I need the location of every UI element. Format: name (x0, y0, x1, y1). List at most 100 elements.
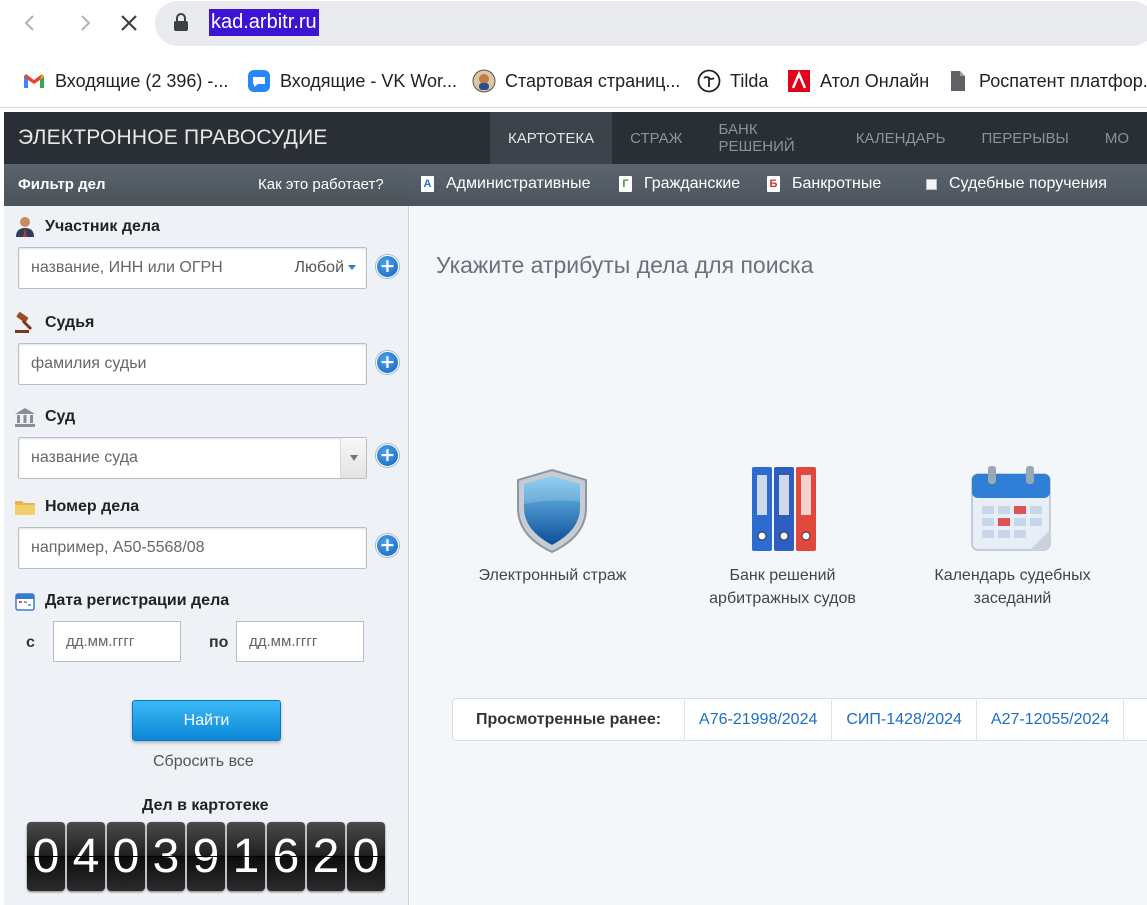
browser-toolbar: kad.arbitr.ru (0, 0, 1147, 50)
add-participant-button[interactable]: + (376, 255, 399, 278)
nav-more[interactable]: МО (1087, 112, 1147, 164)
date-to-input[interactable] (237, 622, 363, 661)
back-icon[interactable] (15, 8, 45, 38)
bankruptcy-doc-icon: Б (767, 176, 780, 192)
nav-kartoteka[interactable]: КАРТОТЕКА (490, 112, 613, 164)
site-header: ЭЛЕКТРОННОЕ ПРАВОСУДИЕ КАРТОТЕКА СТРАЖ Б… (4, 112, 1147, 164)
search-sidebar: Участник дела Любой + Судья + Суд + Номе… (4, 206, 409, 905)
date-from-label: с (26, 634, 35, 651)
participant-label: Участник дела (14, 216, 160, 238)
bookmarks-bar: Входящие (2 396) -... Входящие - VK Wor.… (0, 50, 1147, 108)
courthouse-icon (14, 406, 36, 428)
tile-court-calendar[interactable]: Календарь судебных заседаний (925, 464, 1100, 614)
recent-case-link[interactable]: СИП-1428/2024 (831, 698, 976, 741)
top-navigation: КАРТОТЕКА СТРАЖ БАНК РЕШЕНИЙ КАЛЕНДАРЬ П… (490, 112, 1147, 164)
calendar-icon (971, 466, 1051, 551)
gavel-icon (14, 312, 36, 334)
case-number-input[interactable] (19, 528, 366, 568)
judge-input[interactable] (19, 344, 366, 384)
judge-label: Судья (14, 312, 94, 334)
bookmark-gmail[interactable]: Входящие (2 396) -... (22, 69, 228, 93)
dropdown-arrow-icon[interactable] (340, 438, 366, 478)
lock-icon[interactable] (173, 12, 189, 32)
counter-digit: 0 (347, 822, 385, 891)
tile-guard-label: Электронный страж (478, 567, 627, 584)
tile-electronic-guard[interactable]: Электронный страж (470, 468, 635, 588)
cases-count-title: Дел в картотеке (142, 797, 269, 814)
calendar-small-icon (14, 590, 36, 612)
bookmark-start-page[interactable]: Стартовая страниц... (472, 69, 680, 93)
counter-digit: 1 (227, 822, 265, 891)
case-number-label: Номер дела (14, 496, 139, 518)
tile-decisions-bank[interactable]: Банк решений арбитражных судов (695, 461, 870, 611)
counter-digit: 2 (307, 822, 345, 891)
vk-workmail-icon (247, 69, 271, 93)
recent-case-link[interactable]: А76-21998/2024 (684, 698, 831, 741)
atol-icon (787, 69, 811, 93)
cases-counter: 0 4 0 3 9 1 6 2 0 (27, 822, 385, 891)
how-it-works-link[interactable]: Как это работает? (258, 176, 384, 193)
add-case-number-button[interactable]: + (376, 534, 399, 557)
case-number-field[interactable] (18, 527, 367, 569)
judge-field[interactable] (18, 343, 367, 385)
bookmark-atol[interactable]: Атол Онлайн (787, 69, 929, 93)
bookmark-vk-workmail[interactable]: Входящие - VK Wor... (247, 69, 457, 93)
add-court-button[interactable]: + (376, 444, 399, 467)
date-from-field[interactable] (53, 621, 181, 662)
main-content: Укажите атрибуты дела для поиска Электро… (410, 206, 1147, 905)
date-to-field[interactable] (236, 621, 364, 662)
nav-pereryvy[interactable]: ПЕРЕРЫВЫ (963, 112, 1086, 164)
stop-loading-icon[interactable] (114, 8, 144, 38)
person-icon (14, 216, 36, 238)
counter-digit: 4 (67, 822, 105, 891)
counter-digit: 9 (187, 822, 225, 891)
participant-field[interactable]: Любой (18, 247, 367, 289)
filter-bar: Фильтр дел Как это работает? А Администр… (4, 164, 1147, 206)
court-input[interactable] (19, 438, 366, 478)
participant-role-select[interactable]: Любой (295, 259, 356, 277)
gmail-icon (22, 69, 46, 93)
folder-icon (14, 496, 36, 518)
page-title: Укажите атрибуты дела для поиска (436, 252, 814, 278)
history-divider (1123, 698, 1133, 741)
court-label: Суд (14, 406, 75, 428)
counter-digit: 6 (267, 822, 305, 891)
administrative-doc-icon: А (421, 176, 434, 192)
forward-icon[interactable] (70, 8, 100, 38)
nav-strazh[interactable]: СТРАЖ (612, 112, 700, 164)
tilda-icon (697, 69, 721, 93)
court-select[interactable] (18, 437, 367, 479)
tile-bank-label: Банк решений арбитражных судов (709, 567, 856, 607)
avatar-icon (472, 69, 496, 93)
add-judge-button[interactable]: + (376, 351, 399, 374)
document-icon (946, 69, 970, 93)
filter-bar-left: Фильтр дел Как это работает? (4, 164, 408, 206)
find-button[interactable]: Найти (132, 700, 281, 741)
court-orders-checkbox[interactable]: Судебные поручения (926, 175, 1107, 193)
filter-title: Фильтр дел (18, 176, 106, 193)
site-logo[interactable]: ЭЛЕКТРОННОЕ ПРАВОСУДИЕ (18, 126, 328, 150)
recently-viewed-bar: Просмотренные ранее: А76-21998/2024 СИП-… (452, 698, 1147, 741)
counter-digit: 3 (147, 822, 185, 891)
civil-doc-icon: Г (619, 176, 632, 192)
case-type-administrative[interactable]: А Административные (421, 175, 591, 193)
chevron-down-icon (348, 265, 356, 271)
tile-calendar-label: Календарь судебных заседаний (934, 567, 1091, 607)
bookmark-tilda[interactable]: Tilda (697, 69, 768, 93)
case-type-civil[interactable]: Г Гражданские (619, 175, 740, 193)
date-to-label: по (209, 634, 229, 651)
nav-bank-resheniy[interactable]: БАНК РЕШЕНИЙ (701, 112, 838, 164)
date-from-input[interactable] (54, 622, 180, 661)
url-text[interactable]: kad.arbitr.ru (209, 9, 319, 36)
binders-icon (752, 467, 816, 551)
bookmark-rospatent[interactable]: Роспатент платфор... (946, 69, 1147, 93)
shield-icon (517, 468, 587, 554)
registration-date-label: Дата регистрации дела (14, 590, 229, 612)
counter-digit: 0 (107, 822, 145, 891)
case-type-bankruptcy[interactable]: Б Банкротные (767, 175, 881, 193)
nav-kalendar[interactable]: КАЛЕНДАРЬ (838, 112, 964, 164)
recent-case-link[interactable]: А27-12055/2024 (975, 698, 1123, 741)
reset-all-link[interactable]: Сбросить все (153, 753, 254, 771)
checkbox-icon[interactable] (926, 178, 937, 190)
counter-digit: 0 (27, 822, 65, 891)
